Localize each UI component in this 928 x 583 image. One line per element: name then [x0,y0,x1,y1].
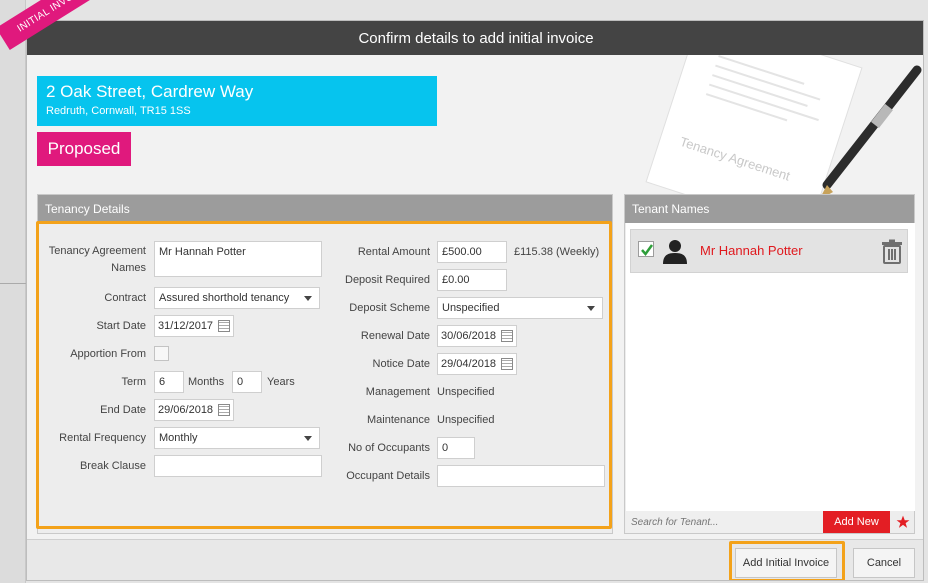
calendar-icon[interactable] [218,404,230,416]
modal-footer: Add Initial Invoice Cancel [27,539,923,580]
chevron-down-icon [304,436,312,441]
weekly-amount: £115.38 (Weekly) [514,246,600,258]
tenancy-agreement-illustration: Tenancy Agreement [645,55,922,205]
no-of-occupants-label: No of Occupants [348,442,430,454]
term-months-input[interactable]: 6 [154,371,184,393]
end-date-label: End Date [100,404,146,416]
modal-header: Confirm details to add initial invoice [27,21,923,55]
deposit-required-input[interactable]: £0.00 [437,269,507,291]
confirm-invoice-modal: Confirm details to add initial invoice 2… [26,20,924,581]
add-initial-invoice-button[interactable]: Add Initial Invoice [735,548,837,578]
tenancy-details-title: Tenancy Details [38,195,612,223]
occupant-details-input[interactable] [437,465,605,487]
rental-frequency-value: Monthly [159,432,198,444]
term-years-input[interactable]: 0 [232,371,262,393]
tenancy-agreement-names-input[interactable]: Mr Hannah Potter [154,241,322,277]
notice-date-value: 29/04/2018 [441,358,497,370]
maintenance-label: Maintenance [367,414,430,426]
apportion-from-checkbox[interactable] [154,346,169,361]
maintenance-value: Unspecified [437,414,495,426]
rental-amount-label: Rental Amount [357,246,430,258]
renewal-date-input[interactable]: 30/06/2018 [437,325,517,347]
management-label: Management [365,386,430,398]
calendar-icon[interactable] [501,330,513,342]
modal-title: Confirm details to add initial invoice [358,29,594,47]
tenancy-agreement-names-label: Tenancy Agreement Names [48,245,146,274]
address-line2: Redruth, Cornwall, TR15 1SS [46,105,191,117]
chevron-down-icon [587,306,595,311]
deposit-required-label: Deposit Required [345,274,430,286]
ribbon-container: INITIAL INVOICE [0,0,130,90]
add-new-tenant-button[interactable]: Add New [823,511,890,533]
break-clause-label: Break Clause [79,460,146,472]
tenancy-details-panel: Tenancy Details Tenancy Agreement Names … [37,194,613,534]
management-value: Unspecified [437,386,495,398]
deposit-scheme-value: Unspecified [442,302,500,314]
no-of-occupants-input[interactable]: 0 [437,437,475,459]
search-tenant-input[interactable] [626,511,823,533]
calendar-icon[interactable] [218,320,230,332]
contract-label: Contract [104,292,146,304]
tenant-name[interactable]: Mr Hannah Potter [700,243,803,258]
calendar-icon[interactable] [501,358,513,370]
start-date-label: Start Date [96,320,146,332]
star-icon[interactable] [892,511,914,533]
backdrop-divider [0,283,26,284]
months-label: Months [188,376,225,388]
rental-amount-input[interactable]: £500.00 [437,241,507,263]
notice-date-label: Notice Date [372,358,430,370]
cancel-button[interactable]: Cancel [853,548,915,578]
trash-icon[interactable] [881,239,903,264]
end-date-value: 29/06/2018 [158,404,214,416]
status-badge: Proposed [37,132,131,166]
term-label: Term [121,376,146,388]
renewal-date-label: Renewal Date [360,330,430,342]
occupant-details-label: Occupant Details [346,470,430,482]
years-label: Years [267,376,295,388]
initial-invoice-ribbon: INITIAL INVOICE [0,0,110,51]
list-item[interactable]: Mr Hannah Potter [630,229,908,273]
start-date-input[interactable]: 31/12/2017 [154,315,234,337]
tenant-names-panel: Tenant Names Mr Hannah Potter Add New [624,194,915,534]
apportion-from-label: Apportion From [70,348,146,360]
renewal-date-value: 30/06/2018 [441,330,497,342]
person-icon [663,240,687,264]
deposit-scheme-label: Deposit Scheme [349,302,430,314]
start-date-value: 31/12/2017 [158,320,214,332]
deposit-scheme-select[interactable]: Unspecified [437,297,603,319]
tenant-names-title: Tenant Names [625,195,914,223]
check-icon[interactable] [638,241,654,257]
break-clause-input[interactable] [154,455,322,477]
rental-frequency-select[interactable]: Monthly [154,427,320,449]
contract-value: Assured shorthold tenancy [159,292,290,304]
contract-select[interactable]: Assured shorthold tenancy [154,287,320,309]
chevron-down-icon [304,296,312,301]
notice-date-input[interactable]: 29/04/2018 [437,353,517,375]
rental-frequency-label: Rental Frequency [59,432,146,444]
end-date-input[interactable]: 29/06/2018 [154,399,234,421]
